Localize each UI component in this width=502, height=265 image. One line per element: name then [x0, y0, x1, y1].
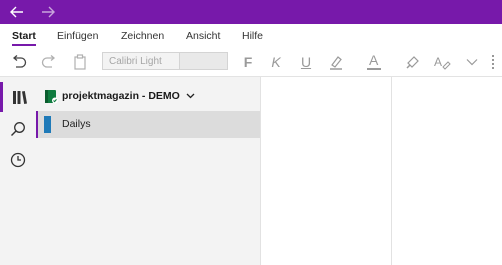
search-icon: [11, 122, 25, 136]
undo-button[interactable]: [8, 52, 30, 72]
sections-panel: projektmagazin - DEMO Dailys: [36, 77, 261, 265]
svg-text:A: A: [434, 55, 442, 69]
italic-glyph: K: [271, 54, 281, 70]
forward-button[interactable]: [33, 0, 63, 24]
clear-format-button[interactable]: A: [431, 52, 453, 72]
ribbon-toolbar: Calibri Light F K U A A: [0, 48, 502, 77]
undo-icon: [12, 55, 27, 68]
notebook-name: projektmagazin - DEMO: [62, 90, 180, 102]
italic-button[interactable]: K: [265, 52, 287, 72]
tab-hilfe[interactable]: Hilfe: [242, 30, 263, 42]
tab-einfuegen[interactable]: Einfügen: [57, 30, 98, 42]
notebook-selector[interactable]: projektmagazin - DEMO: [44, 86, 195, 106]
section-label: Dailys: [62, 118, 91, 130]
bold-glyph: F: [243, 54, 253, 70]
section-color-tab: [44, 116, 51, 133]
underline-glyph: U: [300, 54, 312, 70]
tab-ansicht[interactable]: Ansicht: [186, 30, 220, 42]
font-color-button[interactable]: A: [363, 52, 385, 72]
highlight-button[interactable]: [325, 52, 347, 72]
notebook-icon: [45, 89, 58, 103]
recent-notes-button[interactable]: [0, 145, 36, 175]
arrow-left-icon: [10, 6, 23, 18]
format-painter-icon: [406, 56, 419, 69]
page-canvas[interactable]: [392, 77, 502, 265]
font-color-icon: A: [366, 52, 382, 71]
paste-button[interactable]: [69, 52, 91, 72]
tab-zeichnen[interactable]: Zeichnen: [121, 30, 164, 42]
more-options-button[interactable]: [461, 52, 483, 72]
tab-start[interactable]: Start: [12, 30, 36, 42]
vertical-dots-icon: [492, 55, 494, 69]
section-item-dailys[interactable]: Dailys: [36, 111, 260, 138]
chevron-down-icon: [186, 93, 195, 99]
font-size-field[interactable]: [180, 52, 228, 70]
overflow-handle[interactable]: [488, 52, 498, 72]
redo-button[interactable]: [38, 52, 60, 72]
notebooks-icon: [12, 91, 27, 104]
clear-format-icon: A: [434, 55, 451, 70]
redo-icon: [41, 55, 56, 68]
font-color-glyph: A: [369, 52, 379, 68]
arrow-right-icon: [42, 6, 55, 18]
bold-button[interactable]: F: [237, 52, 259, 72]
ribbon-tabs: Start Einfügen Zeichnen Ansicht Hilfe: [0, 24, 502, 48]
clipboard-icon: [74, 54, 86, 70]
search-button[interactable]: [0, 114, 36, 144]
highlighter-icon: [330, 56, 342, 70]
font-name-field[interactable]: Calibri Light: [102, 52, 180, 70]
nav-rail: [0, 77, 36, 265]
recent-icon: [10, 152, 26, 168]
notebooks-button[interactable]: [0, 82, 36, 112]
chevron-down-icon: [466, 59, 478, 66]
format-painter-button[interactable]: [402, 52, 424, 72]
pages-panel: [261, 77, 392, 265]
active-tab-indicator: [12, 44, 36, 46]
back-button[interactable]: [2, 0, 32, 24]
title-bar: [0, 0, 502, 24]
underline-button[interactable]: U: [295, 52, 317, 72]
